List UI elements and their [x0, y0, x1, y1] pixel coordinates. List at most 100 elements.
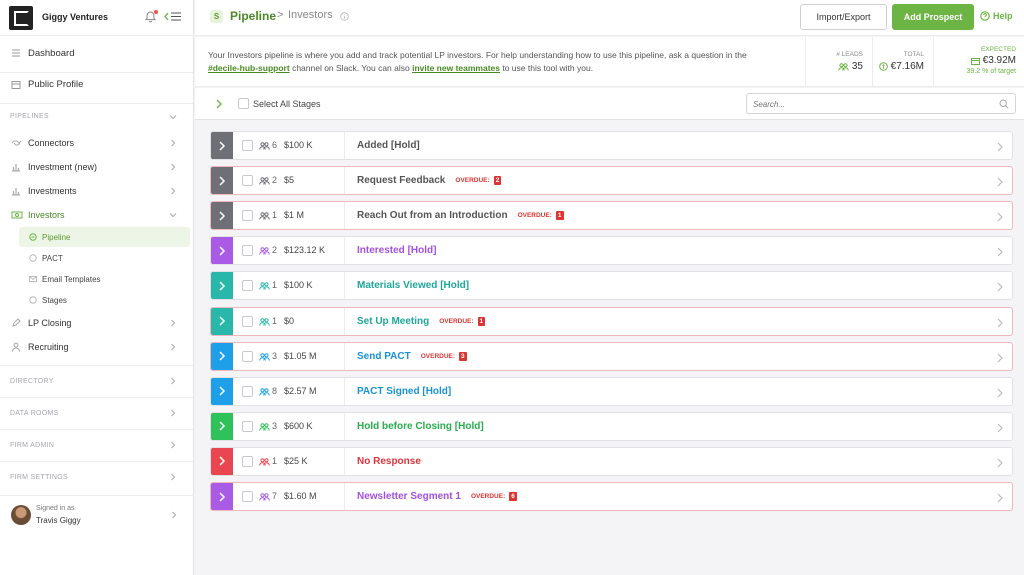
expand-stage-button[interactable] — [211, 447, 233, 475]
subnav-stages[interactable]: Stages — [19, 290, 190, 310]
expand-stage-button[interactable] — [211, 412, 233, 440]
stage-checkbox[interactable] — [242, 491, 253, 502]
chevron-right-icon — [218, 421, 226, 431]
stage-name-wrap: Reach Out from an Introduction OVERDUE: 1 — [357, 210, 564, 221]
add-prospect-button[interactable]: Add Prospect — [892, 4, 974, 30]
nav-investors[interactable]: Investors — [0, 206, 193, 224]
leads-value-wrap: 35 — [838, 61, 863, 72]
search-icon[interactable] — [999, 99, 1009, 109]
help-link[interactable]: Help — [980, 11, 1013, 21]
stage-row[interactable]: 3 $1.05 M Send PACT OVERDUE: 3 — [210, 341, 1013, 371]
chevron-right-icon — [218, 386, 226, 396]
nav-dashboard[interactable]: Dashboard — [0, 42, 193, 64]
stage-checkbox[interactable] — [242, 315, 253, 327]
stage-row[interactable]: 7 $1.60 M Newsletter Segment 1 OVERDUE: 6 — [210, 482, 1013, 511]
people-icon — [259, 177, 270, 185]
stage-lead-count: 3 — [272, 350, 278, 361]
chevron-right-icon — [218, 246, 226, 256]
pipeline-icon — [29, 233, 37, 241]
section-data-rooms[interactable]: DATA ROOMS — [0, 397, 193, 428]
stage-name: Hold before Closing [Hold] — [357, 420, 484, 432]
stage-name: Added [Hold] — [357, 140, 420, 151]
invite-teammates-link[interactable]: invite new teammates — [412, 63, 500, 73]
chevron-right-icon — [996, 493, 1004, 503]
stage-checkbox[interactable] — [242, 280, 253, 292]
total-value: €7.16M — [890, 61, 924, 72]
subnav-email-templates[interactable]: Email Templates — [19, 269, 190, 289]
stage-row[interactable]: 1 $1 M Reach Out from an Introduction OVERD… — [210, 201, 1013, 231]
stage-lead-count: 1 — [272, 315, 278, 326]
stage-row[interactable]: 6 $100 K Added [Hold] — [210, 131, 1013, 160]
stage-name: Reach Out from an Introduction — [357, 210, 508, 222]
overdue-count-badge: 1 — [477, 316, 486, 326]
divider — [344, 202, 345, 230]
chevron-right-icon — [996, 318, 1004, 328]
chevron-right-icon — [218, 281, 226, 291]
nav-public-profile-label: Public Profile — [28, 79, 84, 90]
expand-stage-button[interactable] — [211, 307, 233, 335]
stage-checkbox[interactable] — [242, 210, 253, 222]
stage-row[interactable]: 1 $100 K Materials Viewed [Hold] — [210, 271, 1013, 301]
divider — [344, 307, 345, 335]
stage-row[interactable]: 8 $2.57 M PACT Signed [Hold] — [210, 376, 1013, 406]
nav-dashboard-label: Dashboard — [28, 47, 75, 59]
handshake-icon — [11, 138, 22, 148]
collapse-sidebar-icon[interactable] — [164, 11, 182, 22]
subnav-pact-label: PACT — [42, 253, 63, 263]
select-all-stages[interactable]: Select All Stages — [238, 98, 321, 109]
pipeline-badge: S — [210, 10, 223, 23]
firm-logo[interactable] — [9, 6, 33, 30]
expand-stage-button[interactable] — [211, 377, 233, 405]
stage-name: Send PACT — [357, 350, 411, 362]
stage-checkbox[interactable] — [242, 175, 253, 187]
info-icon[interactable] — [340, 12, 349, 21]
stage-row[interactable]: 2 $123.12 K Interested [Hold] — [210, 236, 1013, 266]
nav-lp-closing-label: LP Closing — [28, 318, 72, 328]
stage-checkbox[interactable] — [242, 245, 253, 257]
stage-checkbox[interactable] — [242, 455, 253, 467]
stage-checkbox[interactable] — [242, 385, 253, 397]
divider — [344, 167, 345, 195]
stage-amount: $25 K — [284, 455, 308, 466]
nav-investment-new[interactable]: Investment (new) — [0, 158, 193, 176]
stage-row[interactable]: 1 $0 Set Up Meeting OVERDUE: 1 — [210, 306, 1013, 336]
expand-stage-button[interactable] — [211, 272, 233, 300]
section-pipelines[interactable]: PIPELINES — [0, 103, 193, 129]
stage-row[interactable]: 3 $600 K Hold before Closing [Hold] — [210, 411, 1013, 441]
import-export-button[interactable]: Import/Export — [800, 4, 887, 30]
stage-checkbox[interactable] — [242, 140, 253, 151]
slack-channel-link[interactable]: #decile-hub-support — [208, 63, 290, 73]
overdue-label: OVERDUE: — [470, 493, 506, 500]
section-directory[interactable]: DIRECTORY — [0, 365, 193, 396]
nav-connectors[interactable]: Connectors — [0, 134, 193, 152]
select-all-checkbox[interactable] — [238, 98, 249, 109]
stage-row[interactable]: 1 $25 K No Response — [210, 446, 1013, 476]
search-input[interactable] — [753, 97, 993, 111]
expand-stage-button[interactable] — [211, 237, 233, 265]
section-firm-admin-label: FIRM ADMIN — [10, 442, 55, 449]
subnav-pact[interactable]: PACT — [19, 248, 190, 268]
stage-row[interactable]: 2 $5 Request Feedback OVERDUE: 2 — [210, 166, 1013, 196]
user-menu[interactable]: Signed in as Travis Giggy — [0, 495, 194, 535]
nav-public-profile[interactable]: Public Profile — [0, 72, 193, 96]
nav-lp-closing[interactable]: LP Closing — [0, 314, 193, 332]
divider — [344, 377, 345, 405]
nav-investments[interactable]: Investments — [0, 182, 193, 200]
expand-stage-button[interactable] — [211, 167, 233, 195]
notification-bell-icon[interactable] — [145, 10, 158, 23]
money-icon — [11, 210, 23, 220]
stage-checkbox[interactable] — [242, 420, 253, 432]
expand-stage-button[interactable] — [211, 202, 233, 230]
section-firm-admin[interactable]: FIRM ADMIN — [0, 429, 193, 460]
people-icon — [259, 387, 270, 396]
breadcrumb-pipeline[interactable]: Pipeline — [230, 9, 276, 23]
wallet-icon — [970, 57, 980, 65]
expand-stage-button[interactable] — [211, 342, 233, 370]
expand-stage-button[interactable] — [211, 483, 233, 510]
subnav-pipeline[interactable]: Pipeline — [19, 227, 190, 247]
section-firm-settings[interactable]: FIRM SETTINGS — [0, 461, 193, 492]
nav-recruiting[interactable]: Recruiting — [0, 338, 193, 356]
expand-stage-button[interactable] — [211, 132, 233, 159]
stage-checkbox[interactable] — [242, 350, 253, 362]
expand-all-icon[interactable] — [215, 99, 223, 109]
